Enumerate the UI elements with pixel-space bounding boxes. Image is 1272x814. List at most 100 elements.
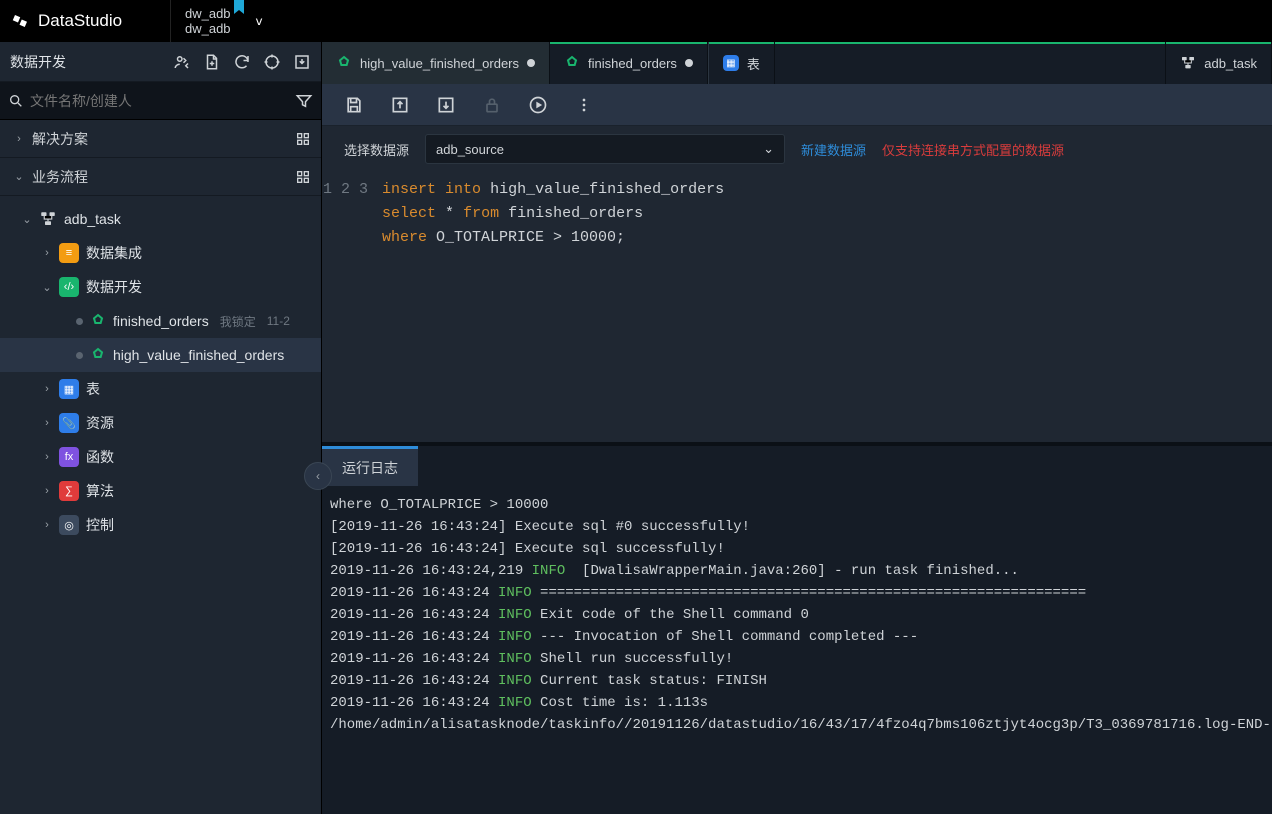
run-icon[interactable]	[528, 95, 548, 115]
editor-tabs: high_value_finished_orders finished_orde…	[322, 42, 1272, 84]
deploy-icon[interactable]	[436, 95, 456, 115]
data-integration-icon: ≡	[59, 243, 79, 263]
datasource-selected: adb_source	[436, 142, 504, 157]
tab-label: adb_task	[1204, 56, 1257, 71]
grid-icon[interactable]	[295, 169, 311, 185]
tree-root[interactable]: ⌄ adb_task	[0, 202, 321, 236]
date-label: 11-2	[267, 314, 290, 328]
user-switch-icon[interactable]	[173, 53, 191, 71]
unsaved-dot-icon	[527, 59, 535, 67]
table-icon: ▦	[723, 55, 739, 71]
datasource-label: 选择数据源	[344, 140, 409, 159]
grid-icon[interactable]	[295, 131, 311, 147]
section-flows[interactable]: ⌄业务流程	[0, 158, 321, 196]
resource-icon: 📎	[59, 413, 79, 433]
tree-file-finished-orders[interactable]: finished_orders 我锁定 11-2	[0, 304, 321, 338]
tab-label: high_value_finished_orders	[360, 56, 519, 71]
submit-icon[interactable]	[390, 95, 410, 115]
log-tab-label: 运行日志	[342, 458, 398, 478]
data-dev-icon: ‹/›	[59, 277, 79, 297]
chevron-down-icon: ⌄	[42, 281, 52, 294]
datasource-warning: 仅支持连接串方式配置的数据源	[882, 140, 1064, 159]
file-tree: ⌄ adb_task › ≡ 数据集成 ⌄ ‹/› 数据开发 finished_…	[0, 196, 321, 548]
tab-adb-task[interactable]: adb_task	[1165, 42, 1272, 84]
status-dot-icon	[76, 318, 83, 325]
tree-root-label: adb_task	[64, 211, 121, 227]
sidebar: 数据开发 ›解决方案 ⌄业务流程 ⌄ a	[0, 42, 322, 814]
lock-label: 我锁定	[220, 313, 256, 330]
control-icon: ◎	[59, 515, 79, 535]
section-solutions[interactable]: ›解决方案	[0, 120, 321, 158]
tab-table[interactable]: ▦ 表	[708, 42, 775, 84]
sidebar-header: 数据开发	[0, 42, 321, 82]
algorithm-icon: ∑	[59, 481, 79, 501]
chevron-right-icon: ›	[42, 247, 52, 259]
tree-algorithm[interactable]: › ∑ 算法	[0, 474, 321, 508]
new-file-icon[interactable]	[203, 53, 221, 71]
tab-high-value[interactable]: high_value_finished_orders	[322, 42, 550, 84]
bookmark-icon	[233, 0, 245, 14]
tree-item-label: 函数	[86, 447, 114, 467]
brand-icon	[12, 12, 30, 30]
chevron-down-icon: ⌄	[14, 170, 24, 183]
lock-icon	[482, 95, 502, 115]
import-icon[interactable]	[293, 53, 311, 71]
tree-data-integration[interactable]: › ≡ 数据集成	[0, 236, 321, 270]
code-editor[interactable]: 1 2 3 insert into high_value_finished_or…	[322, 172, 1272, 442]
function-icon: fx	[59, 447, 79, 467]
status-dot-icon	[76, 352, 83, 359]
line-gutter: 1 2 3	[322, 172, 382, 442]
tree-file-label: high_value_finished_orders	[113, 347, 284, 363]
datasource-select[interactable]: adb_source ⌄	[425, 134, 785, 164]
more-icon[interactable]	[574, 95, 594, 115]
table-icon: ▦	[59, 379, 79, 399]
unsaved-dot-icon	[685, 59, 693, 67]
section-label: 解决方案	[32, 129, 88, 149]
tree-file-high-value[interactable]: high_value_finished_orders	[0, 338, 321, 372]
sidebar-title: 数据开发	[10, 52, 66, 72]
flow-icon	[39, 210, 57, 228]
tab-finished-orders[interactable]: finished_orders	[550, 42, 708, 84]
code-content[interactable]: insert into high_value_finished_orders s…	[382, 172, 1272, 442]
tree-item-label: 表	[86, 379, 100, 399]
node-icon	[90, 347, 106, 363]
tree-resource[interactable]: › 📎 资源	[0, 406, 321, 440]
collapse-sidebar-button[interactable]: ‹	[304, 462, 332, 490]
save-icon[interactable]	[344, 95, 364, 115]
log-output[interactable]: where O_TOTALPRICE > 10000 [2019-11-26 1…	[322, 486, 1272, 814]
workspace-line1: dw_adb	[185, 6, 231, 21]
search-icon	[8, 93, 24, 109]
tree-table[interactable]: › ▦ 表	[0, 372, 321, 406]
refresh-icon[interactable]	[233, 53, 251, 71]
filter-icon[interactable]	[295, 92, 313, 110]
datasource-row: 选择数据源 adb_source ⌄ 新建数据源 仅支持连接串方式配置的数据源	[322, 126, 1272, 172]
brand-label: DataStudio	[38, 11, 122, 31]
chevron-right-icon: ›	[42, 519, 52, 531]
log-tab-run[interactable]: 运行日志	[322, 446, 418, 486]
node-icon	[336, 55, 352, 71]
locate-icon[interactable]	[263, 53, 281, 71]
chevron-down-icon: ⌄	[22, 213, 32, 226]
search-input[interactable]	[30, 93, 289, 109]
chevron-right-icon: ›	[42, 417, 52, 429]
chevron-right-icon: ›	[42, 485, 52, 497]
tree-control[interactable]: › ◎ 控制	[0, 508, 321, 542]
chevron-down-icon[interactable]: ⅴ	[255, 14, 262, 28]
chevron-down-icon: ⌄	[763, 141, 774, 157]
tab-label: 表	[747, 54, 760, 73]
tree-file-label: finished_orders	[113, 313, 209, 329]
new-datasource-link[interactable]: 新建数据源	[801, 140, 866, 159]
node-icon	[90, 313, 106, 329]
workspace-tab[interactable]: dw_adb dw_adb ⅴ	[170, 0, 271, 42]
chevron-right-icon: ›	[42, 451, 52, 463]
brand: DataStudio	[0, 11, 170, 31]
tree-function[interactable]: › fx 函数	[0, 440, 321, 474]
tree-item-label: 控制	[86, 515, 114, 535]
sidebar-actions	[173, 53, 311, 71]
work-area: high_value_finished_orders finished_orde…	[322, 42, 1272, 814]
tree-item-label: 数据集成	[86, 243, 142, 263]
tree-data-dev[interactable]: ⌄ ‹/› 数据开发	[0, 270, 321, 304]
sidebar-search	[0, 82, 321, 120]
tab-label: finished_orders	[588, 56, 677, 71]
flow-icon	[1180, 55, 1196, 71]
